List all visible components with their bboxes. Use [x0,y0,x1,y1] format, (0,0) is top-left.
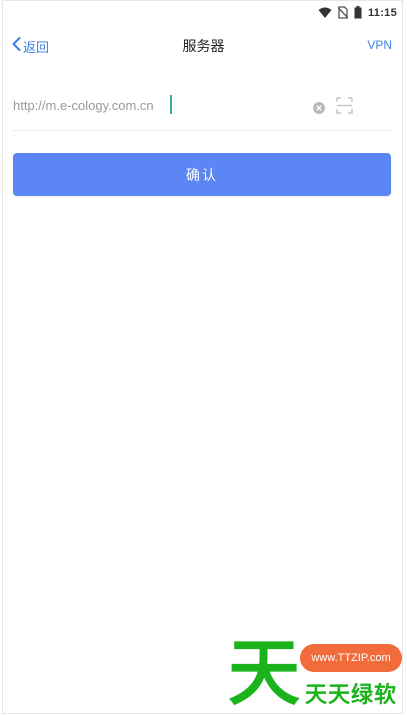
nav-bar: 返回 服务器 VPN [0,26,407,66]
no-sim-icon [337,4,349,23]
watermark-site-badge: www.TTZIP.com [300,644,402,672]
server-url-row [13,86,391,131]
battery-icon [354,4,362,23]
text-cursor [170,95,172,114]
server-url-input[interactable] [13,94,303,116]
watermark-logo-char: 天 [228,631,301,715]
confirm-button[interactable]: 确认 [13,153,391,196]
watermark-name: 天天绿软 [305,683,398,708]
status-icons: 11:15 [318,5,397,21]
status-time: 11:15 [367,7,397,19]
clear-icon[interactable] [313,99,325,114]
status-bar: 11:15 [0,0,407,26]
page-title: 服务器 [182,39,225,55]
scan-icon[interactable] [336,97,353,114]
vpn-button[interactable]: VPN [367,38,392,52]
wifi-icon [318,4,332,23]
